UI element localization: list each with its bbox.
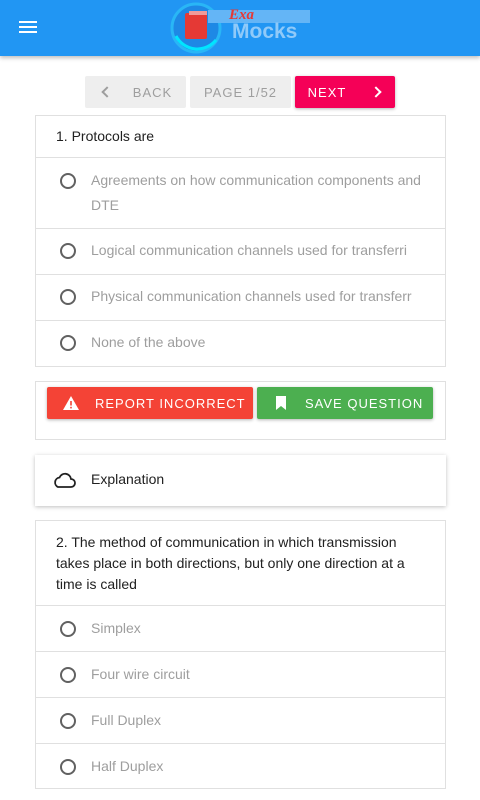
option-label: Full Duplex (91, 712, 162, 728)
page-indicator: Page 1/52 (190, 76, 291, 108)
save-question-button[interactable]: Save Question (257, 387, 433, 419)
back-button[interactable]: Back (85, 76, 186, 108)
option-label: Four wire circuit (91, 666, 190, 682)
report-incorrect-button[interactable]: Report Incorrect (47, 387, 253, 419)
answer-option[interactable]: Agreements on how communication componen… (36, 158, 445, 229)
chevron-left-icon (101, 86, 113, 98)
answer-option[interactable]: Simplex (36, 606, 445, 652)
question-card: 1. Protocols are Agreements on how commu… (35, 115, 446, 367)
radio-button[interactable] (60, 243, 76, 259)
radio-button[interactable] (60, 667, 76, 683)
answer-option[interactable]: Logical communication channels used for … (36, 229, 445, 275)
radio-button[interactable] (60, 173, 76, 189)
option-label: Half Duplex (91, 758, 164, 774)
next-button[interactable]: Next (295, 76, 395, 108)
warning-icon (63, 396, 79, 410)
svg-text:Mocks: Mocks (232, 20, 297, 43)
radio-button[interactable] (60, 621, 76, 637)
actions-card: Report Incorrect Save Question (35, 381, 446, 440)
back-label: Back (132, 84, 173, 100)
option-label: Physical communication channels used for… (91, 288, 412, 304)
radio-button[interactable] (60, 335, 76, 351)
chevron-right-icon (370, 86, 382, 98)
answer-option[interactable]: Four wire circuit (36, 652, 445, 698)
option-label: None of the above (91, 334, 206, 350)
option-label: Agreements on how communication componen… (91, 172, 421, 213)
option-label: Simplex (91, 620, 141, 636)
answer-option[interactable]: Full Duplex (36, 698, 445, 744)
explanation-label: Explanation (91, 471, 165, 487)
question-card: 2. The method of communication in which … (35, 520, 446, 789)
app-bar: Exa Mocks (0, 0, 480, 56)
explanation-panel[interactable]: Explanation (35, 455, 446, 506)
question-title: 1. Protocols are (36, 116, 445, 158)
logo: Exa Mocks (170, 2, 310, 54)
page-label: Page 1/52 (203, 84, 278, 100)
answer-option[interactable]: Half Duplex (36, 744, 445, 788)
save-label: Save Question (305, 395, 424, 411)
option-label: Logical communication channels used for … (91, 242, 407, 258)
radio-button[interactable] (60, 289, 76, 305)
question-title: 2. The method of communication in which … (36, 521, 445, 606)
answer-option[interactable]: None of the above (36, 321, 445, 366)
answer-option[interactable]: Physical communication channels used for… (36, 275, 445, 321)
radio-button[interactable] (60, 759, 76, 775)
menu-icon[interactable] (18, 18, 42, 38)
radio-button[interactable] (60, 713, 76, 729)
report-label: Report Incorrect (95, 395, 246, 411)
bookmark-icon (276, 396, 286, 410)
next-label: Next (307, 84, 347, 100)
cloud-icon (54, 472, 76, 488)
